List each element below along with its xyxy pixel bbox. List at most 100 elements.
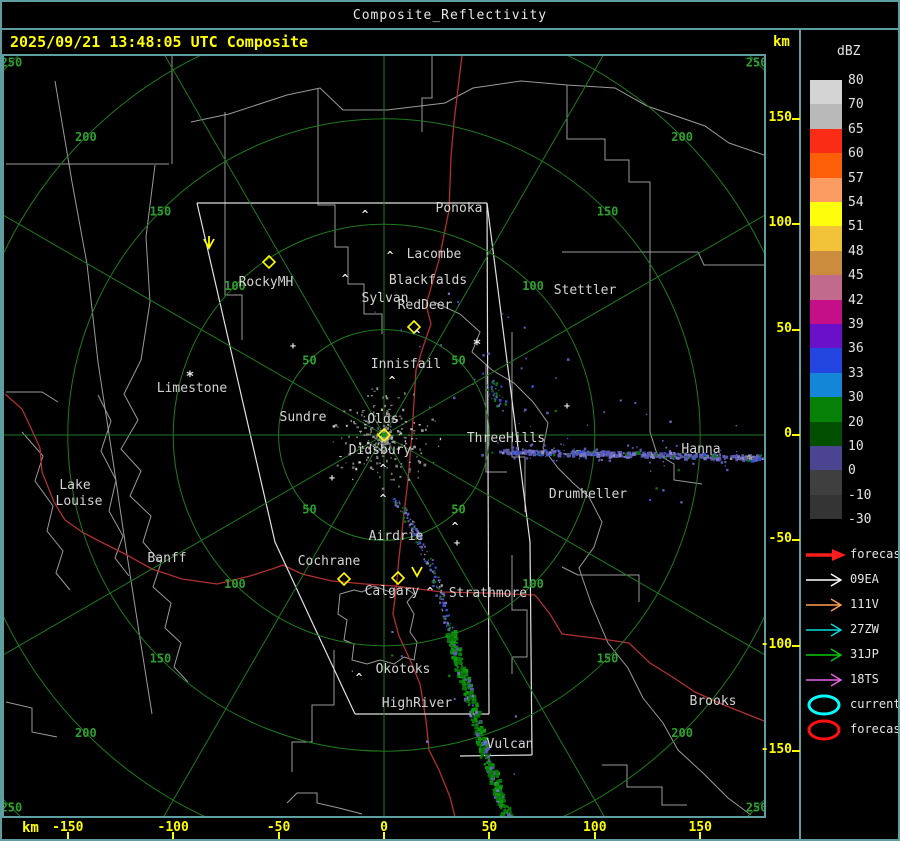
- colorbar-level-label: -30: [848, 512, 872, 528]
- ring-label: 250: [4, 801, 22, 815]
- legend-label: forecast: [850, 547, 900, 561]
- ring-label: 200: [75, 130, 97, 144]
- town-caret-icon: ^: [387, 249, 394, 262]
- legend-label: 27ZW: [850, 622, 879, 636]
- bottom-axis-tick: [593, 832, 596, 839]
- ring-label: 150: [597, 204, 619, 218]
- colorbar-block: [810, 299, 842, 324]
- ring-label: 50: [451, 503, 465, 517]
- colorbar-title: dBZ: [837, 44, 861, 59]
- town-plus-icon: +: [329, 473, 335, 484]
- colorbar-block: [810, 397, 842, 422]
- ring-label: 200: [671, 726, 693, 740]
- colorbar-block: [810, 470, 842, 495]
- colorbar-block: [810, 177, 842, 202]
- colorbar-block: [810, 348, 842, 373]
- right-axis-unit-label: km: [773, 34, 790, 50]
- city-label-cochrane: Cochrane: [298, 554, 361, 569]
- colorbar-block: [810, 250, 842, 276]
- colorbar-block: [810, 80, 842, 105]
- radar-map-canvas[interactable]: 50 5050 50100 100100 100150 150150 150200 20020…: [4, 56, 764, 816]
- 27zw-arrow-icon: [806, 623, 843, 637]
- city-label-strathmore: Strathmore: [449, 586, 527, 601]
- city-label-blackfalds: Blackfalds: [389, 273, 467, 288]
- city-label-lacombe: Lacombe: [407, 247, 462, 262]
- ring-label: 100: [224, 577, 246, 591]
- town-caret-icon: ^: [362, 208, 369, 221]
- colorbar-level-label: 0: [848, 463, 856, 479]
- city-label-hanna: Hanna: [681, 442, 720, 457]
- colorbar-block: [810, 446, 842, 471]
- colorbar-block: [810, 421, 842, 446]
- right-axis-tick: [792, 223, 800, 226]
- town-caret-icon: ^: [452, 520, 459, 533]
- radar-center-echo: [382, 433, 386, 437]
- city-label-lake: Lake: [59, 478, 90, 493]
- ring-label: 250: [746, 801, 764, 815]
- title-bar: Composite_Reflectivity: [2, 2, 898, 28]
- right-axis-label: -50: [768, 531, 792, 547]
- ring-label: 200: [671, 130, 693, 144]
- ring-label: 250: [4, 56, 22, 69]
- track-arrow-icon-27zw: [804, 622, 848, 642]
- colorbar-block: [810, 128, 842, 154]
- city-label-airdrie: Airdrie: [369, 529, 424, 544]
- right-axis-tick: [792, 328, 800, 331]
- legend-label: 31JP: [850, 647, 879, 661]
- right-axis-tick: [792, 750, 800, 753]
- colorbar-level-label: 70: [848, 97, 864, 113]
- town-plus-icon: +: [454, 538, 460, 549]
- window-title: Composite_Reflectivity: [352, 8, 548, 23]
- track-arrow-icon-31jp: [804, 647, 848, 667]
- town-caret-icon: ^: [380, 462, 387, 475]
- ring-label: 50: [302, 353, 316, 367]
- colorbar-block: [810, 226, 842, 251]
- colorbar-block: [810, 153, 842, 178]
- colorbar-block: [810, 202, 842, 227]
- colorbar-level-label: 20: [848, 414, 864, 430]
- storm-arrow-icon: [411, 566, 423, 578]
- ring-label: 200: [75, 726, 97, 740]
- ring-label: 150: [150, 204, 172, 218]
- 111v-arrow-icon: [806, 598, 843, 612]
- colorbar-level-label: 51: [848, 219, 864, 235]
- town-star-icon: *: [186, 369, 194, 385]
- city-label-innisfail: Innisfail: [371, 357, 441, 372]
- colorbar-level-label: 65: [848, 121, 864, 137]
- current-ellipse-icon: [807, 694, 841, 716]
- city-label-drumheller: Drumheller: [549, 487, 627, 502]
- colorbar-block: [810, 324, 842, 349]
- city-label-louise: Louise: [56, 494, 103, 509]
- track-arrow-icon-18ts: [804, 672, 848, 692]
- right-axis-label: 50: [776, 320, 792, 336]
- ring-label: 50: [302, 503, 316, 517]
- city-labels: PonokaLacombeBlackfaldsSylvanRedDeerRock…: [56, 201, 737, 752]
- title-separator: [2, 28, 898, 30]
- ring-label: 50: [451, 353, 465, 367]
- legend-label: 18TS: [850, 672, 879, 686]
- city-label-threehills: ThreeHills: [467, 431, 545, 446]
- right-axis-tick: [792, 539, 800, 542]
- colorbar-level-label: 33: [848, 365, 864, 381]
- city-label-brooks: Brooks: [690, 694, 737, 709]
- forecast-arrow-icon: [806, 549, 846, 561]
- track-arrow-icon-09ea: [804, 572, 848, 592]
- colorbar-level-label: 54: [848, 195, 864, 210]
- city-label-ponoka: Ponoka: [436, 201, 483, 216]
- ring-label: 150: [150, 652, 172, 666]
- colorbar-block: [810, 494, 842, 520]
- bottom-axis-unit-label: km: [22, 820, 39, 836]
- right-axis-label: 0: [784, 426, 792, 441]
- colorbar-level-label: 36: [848, 341, 864, 357]
- right-axis-label: -100: [760, 636, 792, 652]
- legend-label: 09EA: [850, 572, 879, 586]
- town-caret-icon: ^: [427, 585, 434, 598]
- town-plus-icon: +: [564, 401, 570, 412]
- radar-app-window: Composite_Reflectivity 2025/09/21 13:48:…: [0, 0, 900, 841]
- city-label-okotoks: Okotoks: [376, 662, 431, 677]
- colorbar-level-label: 30: [848, 390, 864, 406]
- bottom-axis-tick: [383, 832, 385, 839]
- forecast-arrow-icon: [804, 547, 848, 567]
- current-ellipse-icon: [804, 693, 848, 721]
- right-axis-label: 100: [768, 215, 792, 231]
